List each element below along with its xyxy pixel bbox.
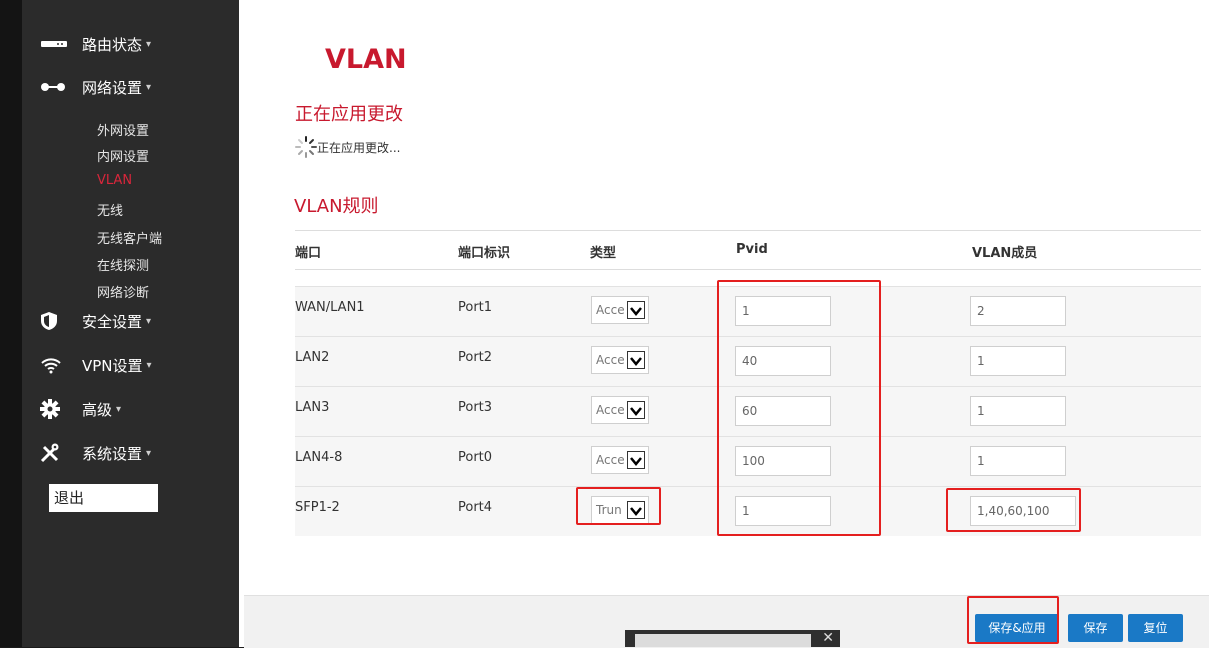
chevron-down-icon: ▾ (116, 403, 122, 415)
port-name: LAN3 (295, 400, 330, 415)
nav-vpn-settings-label: VPN设置 (82, 356, 143, 375)
nav-system-settings[interactable]: 系统设置 ▾ (40, 438, 151, 468)
column-header-vlan-members: VLAN成员 (972, 246, 1038, 261)
chevron-down-icon (627, 501, 645, 519)
type-select-value: Acce (596, 403, 625, 417)
nav-security-settings[interactable]: 安全设置 ▾ (40, 306, 151, 336)
port-id: Port4 (458, 500, 493, 515)
sidebar-item-wireless[interactable]: 无线 (97, 200, 123, 219)
nav-network-settings[interactable]: 网络设置 ▾ (40, 72, 151, 102)
port-id: Port2 (458, 350, 493, 365)
applying-heading: 正在应用更改 (295, 104, 403, 125)
nav-router-status[interactable]: 路由状态 ▾ (40, 29, 151, 59)
type-select-value: Trun (596, 503, 622, 517)
loading-spinner-icon (295, 136, 317, 158)
port-name: LAN4-8 (295, 450, 343, 465)
chevron-down-icon: ▾ (146, 359, 152, 371)
vlan-member-input[interactable]: 1 (970, 446, 1066, 476)
page-title: VLAN (325, 44, 407, 75)
sidebar-item-wireless-client[interactable]: 无线客户端 (97, 228, 162, 247)
nav-router-status-label: 路由状态 (82, 35, 143, 54)
pvid-input[interactable]: 60 (735, 396, 831, 426)
table-header: 端口 端口标识 类型 Pvid VLAN成员 (295, 230, 1201, 270)
chevron-down-icon (627, 351, 645, 369)
pvid-input[interactable]: 40 (735, 346, 831, 376)
shield-icon (40, 311, 70, 331)
vlan-member-input[interactable]: 1 (970, 396, 1066, 426)
port-id: Port1 (458, 300, 493, 315)
type-select[interactable]: Trun (591, 496, 649, 524)
sidebar-item-online-probe[interactable]: 在线探测 (97, 255, 149, 274)
port-id: Port0 (458, 450, 493, 465)
table-row: SFP1-2 Port4 Trun 1 1,40,60,100 (295, 486, 1201, 536)
preview-thumbnail (635, 634, 811, 647)
nav-vpn-settings[interactable]: VPN设置 ▾ (40, 350, 152, 380)
chevron-down-icon: ▾ (146, 81, 152, 93)
type-select[interactable]: Acce (591, 296, 649, 324)
pvid-input[interactable]: 1 (735, 496, 831, 526)
vlan-member-input[interactable]: 1 (970, 346, 1066, 376)
type-select-value: Acce (596, 303, 625, 317)
pvid-input[interactable]: 100 (735, 446, 831, 476)
port-id: Port3 (458, 400, 493, 415)
type-select[interactable]: Acce (591, 346, 649, 374)
nav-system-settings-label: 系统设置 (82, 444, 143, 463)
chevron-down-icon (627, 401, 645, 419)
nav-advanced[interactable]: 高级 ▾ (40, 394, 121, 424)
vlan-rules-heading: VLAN规则 (294, 196, 379, 217)
port-name: LAN2 (295, 350, 330, 365)
applying-status-text: 正在应用更改... (317, 141, 401, 155)
save-button[interactable]: 保存 (1068, 614, 1123, 642)
router-icon (40, 38, 70, 50)
chevron-down-icon (627, 451, 645, 469)
main-content: VLAN 正在应用更改 正在应用更改... VLAN规则 端口 端口标识 类型 … (239, 0, 1209, 648)
sidebar-item-network-diagnosis[interactable]: 网络诊断 (97, 282, 149, 301)
type-select[interactable]: Acce (591, 446, 649, 474)
column-header-type: 类型 (590, 246, 617, 261)
type-select[interactable]: Acce (591, 396, 649, 424)
vlan-member-input[interactable]: 1,40,60,100 (970, 496, 1076, 526)
chevron-down-icon (627, 301, 645, 319)
tools-icon (40, 443, 70, 463)
gear-icon (40, 399, 70, 419)
type-select-value: Acce (596, 453, 625, 467)
wifi-icon (40, 356, 70, 374)
sidebar-item-vlan[interactable]: VLAN (97, 173, 132, 188)
close-icon[interactable]: ✕ (822, 630, 834, 646)
sidebar-item-lan[interactable]: 内网设置 (97, 146, 149, 165)
save-apply-button[interactable]: 保存&应用 (975, 614, 1059, 642)
table-row: LAN2 Port2 Acce 40 1 (295, 336, 1201, 386)
chevron-down-icon: ▾ (146, 315, 152, 327)
sidebar-item-wan[interactable]: 外网设置 (97, 120, 149, 139)
reset-button[interactable]: 复位 (1128, 614, 1183, 642)
table-row: WAN/LAN1 Port1 Acce 1 2 (295, 286, 1201, 336)
port-name: SFP1-2 (295, 500, 340, 515)
port-name: WAN/LAN1 (295, 300, 365, 315)
column-header-port: 端口 (295, 246, 322, 261)
sidebar: 路由状态 ▾ 网络设置 ▾ 外网设置 内网设置 VLAN 无线 无线客户端 在线… (22, 0, 239, 647)
nav-network-settings-label: 网络设置 (82, 78, 143, 97)
type-select-value: Acce (596, 353, 625, 367)
column-header-pvid: Pvid (736, 242, 768, 257)
nav-security-settings-label: 安全设置 (82, 312, 143, 331)
vlan-member-input[interactable]: 2 (970, 296, 1066, 326)
pvid-input[interactable]: 1 (735, 296, 831, 326)
taskbar-preview-popup[interactable]: ✕ (625, 630, 840, 647)
table-row: LAN3 Port3 Acce 60 1 (295, 386, 1201, 436)
table-row: LAN4-8 Port0 Acce 100 1 (295, 436, 1201, 486)
nav-advanced-label: 高级 (82, 400, 113, 419)
column-header-port-id: 端口标识 (458, 246, 511, 261)
network-icon (40, 80, 70, 94)
chevron-down-icon: ▾ (146, 38, 152, 50)
chevron-down-icon: ▾ (146, 447, 152, 459)
left-gutter (0, 0, 22, 647)
logout-button[interactable]: 退出 (49, 484, 158, 512)
